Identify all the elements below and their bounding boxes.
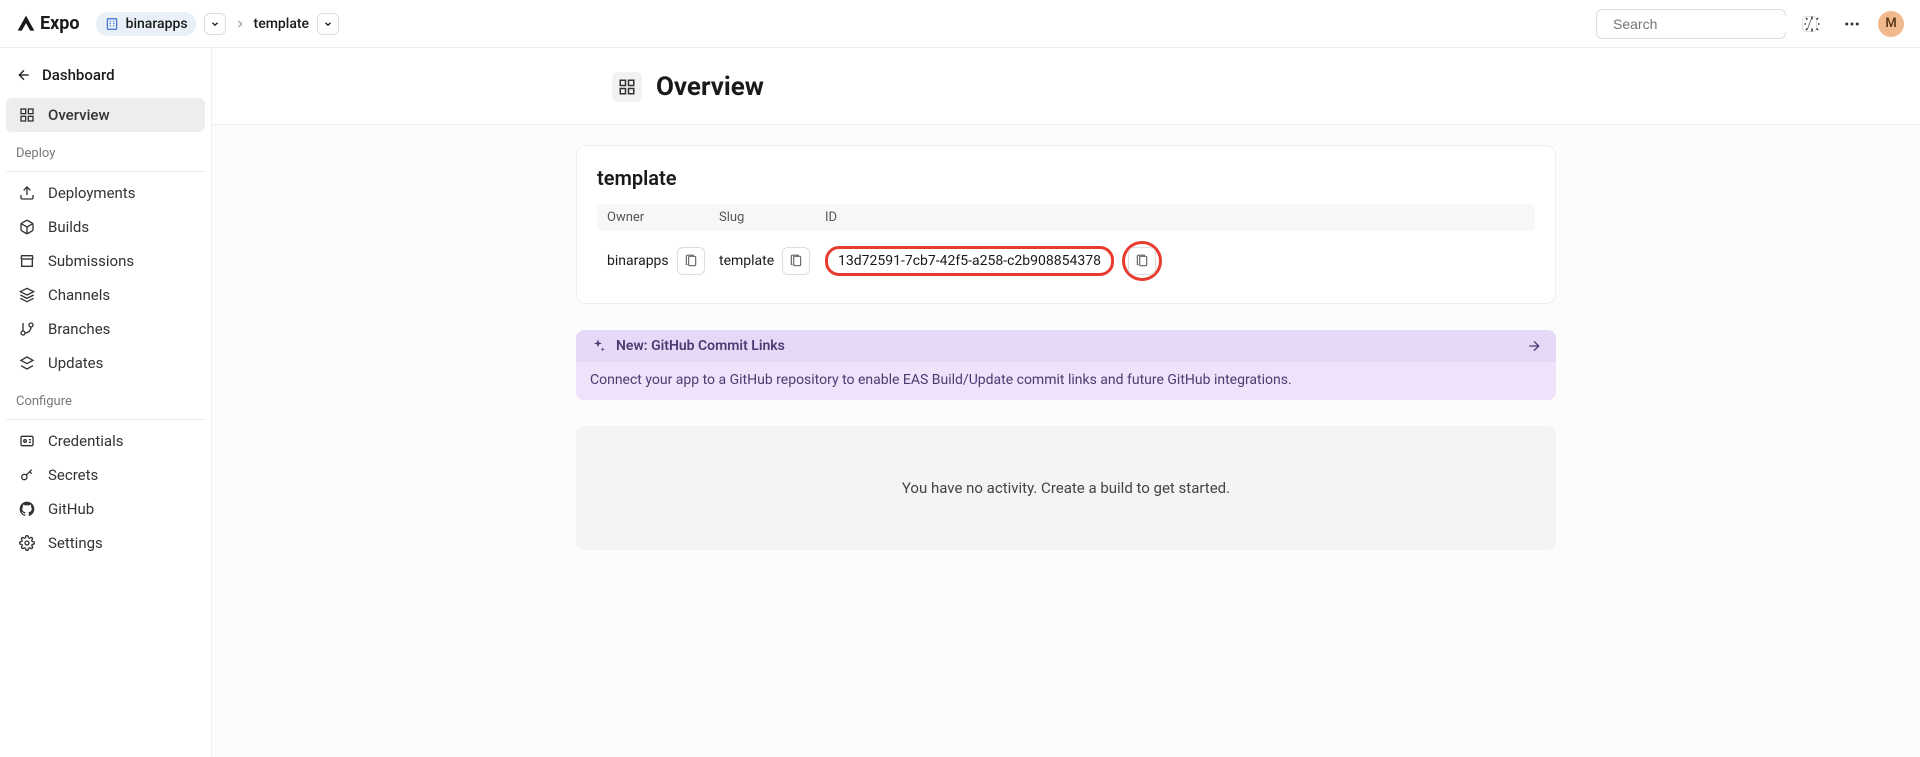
top-header: Expo binarapps template / M (0, 0, 1920, 48)
project-name: template (597, 166, 1535, 190)
more-button[interactable] (1838, 10, 1866, 38)
gear-icon (18, 534, 36, 552)
main-content: Overview template Owner Slug ID binarapp… (212, 48, 1920, 757)
sidebar-item-label: Credentials (48, 432, 123, 450)
expo-logo[interactable]: Expo (16, 13, 80, 34)
page-header: Overview (212, 48, 1920, 124)
sidebar-item-github[interactable]: GitHub (6, 492, 205, 526)
chevron-down-icon (210, 19, 220, 29)
store-icon (18, 252, 36, 270)
sidebar-item-label: Secrets (48, 466, 98, 484)
org-icon (104, 16, 120, 32)
breadcrumb-separator (234, 18, 246, 30)
avatar[interactable]: M (1878, 11, 1904, 37)
breadcrumb-org[interactable]: binarapps (96, 12, 196, 36)
arrow-left-icon (16, 67, 32, 83)
avatar-initial: M (1885, 16, 1896, 31)
sparkle-icon (590, 338, 606, 354)
key-icon (18, 466, 36, 484)
sidebar-item-label: Channels (48, 286, 110, 304)
breadcrumb-org-label: binarapps (126, 16, 188, 32)
clipboard-icon (789, 254, 803, 268)
id-icon (18, 432, 36, 450)
sidebar-item-label: Updates (48, 354, 103, 372)
grid-icon (18, 106, 36, 124)
sidebar-item-credentials[interactable]: Credentials (6, 424, 205, 458)
info-table-row: binarapps template (597, 231, 1535, 281)
upload-icon (18, 184, 36, 202)
sidebar-item-overview[interactable]: Overview (6, 98, 205, 132)
copy-id-button[interactable] (1128, 247, 1156, 275)
search-input[interactable] (1613, 16, 1794, 32)
chevron-right-icon (234, 18, 246, 30)
sidebar-section-configure: Configure (6, 380, 205, 415)
branch-icon (18, 320, 36, 338)
slug-value: template (719, 253, 774, 269)
owner-value: binarapps (607, 253, 669, 269)
sidebar-item-label: GitHub (48, 500, 94, 518)
sidebar-item-updates[interactable]: Updates (6, 346, 205, 380)
id-copy-highlight (1122, 241, 1162, 281)
id-highlight: 13d72591-7cb7-42f5-a258-c2b908854378 (825, 246, 1114, 276)
project-switcher[interactable] (317, 13, 339, 35)
sidebar: Dashboard Overview Deploy Deployments Bu… (0, 48, 212, 757)
sidebar-item-channels[interactable]: Channels (6, 278, 205, 312)
col-header-owner: Owner (607, 210, 719, 225)
copy-owner-button[interactable] (677, 247, 705, 275)
dots-horizontal-icon (1843, 15, 1861, 33)
breadcrumb-project[interactable]: template (254, 16, 310, 32)
col-header-id: ID (825, 210, 1525, 225)
sidebar-item-label: Settings (48, 534, 103, 552)
page-title: Overview (656, 72, 764, 102)
grid-icon (618, 78, 636, 96)
org-switcher[interactable] (204, 13, 226, 35)
sidebar-item-builds[interactable]: Builds (6, 210, 205, 244)
banner-body: Connect your app to a GitHub repository … (576, 362, 1556, 400)
stack-icon (18, 286, 36, 304)
sidebar-item-label: Builds (48, 218, 89, 236)
activity-empty-state: You have no activity. Create a build to … (576, 426, 1556, 550)
breadcrumb: binarapps template (96, 12, 339, 36)
layers-icon (18, 354, 36, 372)
sidebar-item-label: Submissions (48, 252, 134, 270)
project-info-card: template Owner Slug ID binarapps (576, 145, 1556, 304)
dashboard-back-label: Dashboard (42, 66, 115, 84)
github-icon (18, 500, 36, 518)
sidebar-item-label: Branches (48, 320, 110, 338)
id-value: 13d72591-7cb7-42f5-a258-c2b908854378 (838, 253, 1101, 269)
overview-header-icon (612, 72, 642, 102)
notifications-button[interactable] (1798, 10, 1826, 38)
sidebar-item-label: Overview (48, 106, 110, 124)
clipboard-icon (684, 254, 698, 268)
clipboard-icon (1135, 254, 1149, 268)
arrow-right-icon (1526, 338, 1542, 354)
box-icon (18, 218, 36, 236)
sidebar-item-submissions[interactable]: Submissions (6, 244, 205, 278)
copy-slug-button[interactable] (782, 247, 810, 275)
github-banner[interactable]: New: GitHub Commit Links Connect your ap… (576, 330, 1556, 400)
col-header-slug: Slug (719, 210, 825, 225)
dashboard-back-link[interactable]: Dashboard (6, 60, 205, 90)
brand-text: Expo (40, 13, 80, 34)
info-table-header: Owner Slug ID (597, 204, 1535, 231)
sidebar-item-deployments[interactable]: Deployments (6, 176, 205, 210)
search-input-wrapper[interactable]: / (1596, 9, 1786, 39)
sidebar-section-deploy: Deploy (6, 132, 205, 167)
banner-title: New: GitHub Commit Links (616, 338, 785, 354)
sparkle-icon (1803, 15, 1821, 33)
activity-empty-text: You have no activity. Create a build to … (902, 479, 1230, 497)
sidebar-item-secrets[interactable]: Secrets (6, 458, 205, 492)
sidebar-item-label: Deployments (48, 184, 135, 202)
expo-icon (16, 14, 36, 34)
chevron-down-icon (323, 19, 333, 29)
sidebar-item-branches[interactable]: Branches (6, 312, 205, 346)
sidebar-item-settings[interactable]: Settings (6, 526, 205, 560)
